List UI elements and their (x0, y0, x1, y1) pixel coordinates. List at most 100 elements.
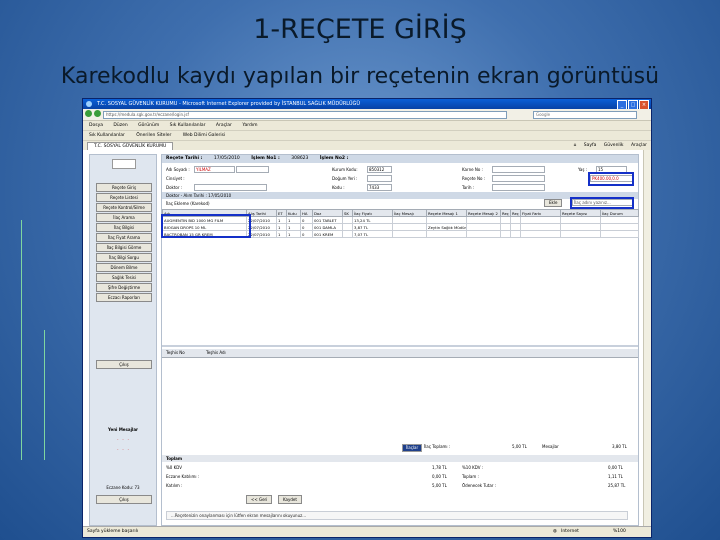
save-button[interactable]: Kaydet (278, 495, 302, 504)
globe-icon: ◍ (553, 529, 557, 534)
table-cell: Zeytin Sağlık Müdürü (426, 223, 467, 231)
home-icon[interactable]: ⌂ (573, 143, 576, 148)
table-cell (520, 230, 561, 238)
sidebar-saglik-tesisi[interactable]: Sağlık Tesisi (96, 273, 152, 282)
table-cell: 1 (286, 230, 301, 238)
table-cell (560, 230, 601, 238)
col-ilac-mesaji[interactable]: İlaç Mesajı (392, 209, 427, 217)
table-cell (520, 216, 561, 224)
summary-value: 5,00 TL (432, 483, 447, 488)
kurum-kodu-label: Kurum Kodu: (332, 167, 358, 172)
table-cell (500, 216, 511, 224)
address-input[interactable]: https://medula.sgk.gov.tr/eczane/login.j… (103, 111, 507, 119)
doktor-field[interactable] (194, 184, 267, 191)
message-dots: · · · (117, 447, 129, 452)
ekle-button[interactable]: Ekle (544, 199, 563, 207)
sidebar-ilac-bilgi-sorgu[interactable]: İlaç Bilgi Sorgu (96, 253, 152, 262)
islem-no: 308623 (291, 156, 309, 161)
summary-value: 1,11 TL (608, 474, 623, 479)
col-fiyat-farki[interactable]: Fiyat Farkı (520, 209, 561, 217)
menu-yardim[interactable]: Yardım (242, 123, 257, 128)
menu-dosya[interactable]: Dosya (89, 123, 103, 128)
summary-label: %0 KDV (166, 465, 182, 470)
ilac-ekleme-label: İlaç Ekleme (Karekod) (166, 201, 210, 206)
tab-ilaclar[interactable]: İlaçlar (402, 444, 423, 452)
col-kutu[interactable]: Kutu (286, 209, 301, 217)
col-recete-sayisi[interactable]: Reçete Sayısı (560, 209, 601, 217)
sidebar-ilac-bilgisi[interactable]: İlaç Bilgisi (96, 223, 152, 232)
recete-no-field[interactable] (492, 175, 545, 182)
col-sk[interactable]: SK (342, 209, 353, 217)
sidebar-donem-bilme[interactable]: Dönem Bilme (96, 263, 152, 272)
recete-no-label: Reçete No : (462, 176, 486, 181)
adsoyad-field[interactable]: YILMAZ (194, 166, 235, 173)
search-input[interactable]: Google (533, 111, 637, 119)
col-rec-b[interactable]: Reç (510, 209, 521, 217)
kurum-kodu-field[interactable]: 850312 (367, 166, 392, 173)
sidebar-ilac-bilgi-gorme[interactable]: İlaç Bilgisi Görme (96, 243, 152, 252)
menu-sik-kullanilanlar[interactable]: Sık Kullanılanlar (170, 123, 206, 128)
forward-arrow-icon[interactable] (94, 110, 101, 117)
recete-tarihi-label: Reçete Tarihi : (166, 156, 203, 161)
sidebar-recete-giris[interactable]: Reçete Giriş (96, 183, 152, 192)
col-ilac-durum[interactable]: İlaç Durum (600, 209, 639, 217)
tarih-field[interactable] (492, 184, 545, 191)
tool-araclar[interactable]: Araçlar (631, 143, 647, 148)
islem-no2-label: İşlem No2 : (319, 156, 349, 161)
table-cell: 0 (300, 216, 313, 224)
table-cell: 22/07/2010 (246, 216, 277, 224)
col-ilac-fiyati[interactable]: İlaç Fiyatı (352, 209, 393, 217)
vertical-scrollbar[interactable] (643, 150, 651, 527)
table-cell (500, 230, 511, 238)
sidebar-exit-button[interactable]: Çıkış (96, 495, 152, 504)
kodu-field[interactable]: 7433 (367, 184, 392, 191)
suggested-sites-link[interactable]: Önerilen Siteler (136, 133, 171, 138)
back-arrow-icon[interactable] (85, 110, 92, 117)
col-doz[interactable]: Doz (312, 209, 343, 217)
status-message: ...Reçetenizin onaylanması için lütfen e… (166, 511, 628, 520)
section-separator (162, 345, 638, 347)
menu-gorunum[interactable]: Görünüm (138, 123, 159, 128)
adsoyad-label: Adı Soyadı : (166, 167, 190, 172)
table-cell (600, 223, 639, 231)
table-cell (466, 223, 501, 231)
sidebar-ilac-arama[interactable]: İlaç Arama (96, 213, 152, 222)
status-bar: Sayfa yükleme başarılı ◍ Internet %100 (83, 526, 651, 537)
col-recete-mesaji-1[interactable]: Reçete Mesajı 1 (426, 209, 467, 217)
karne-no-field[interactable] (492, 166, 545, 173)
dogum-yeri-field[interactable] (367, 175, 392, 182)
sidebar-cikis-button[interactable]: Çıkış (96, 360, 152, 369)
col-recete-mesaji-2[interactable]: Reçete Mesajı 2 (466, 209, 501, 217)
highlight-box (570, 197, 634, 209)
slide-subtitle: Karekodlu kaydı yapılan bir reçetenin ek… (60, 64, 660, 89)
col-alis-tarihi[interactable]: Alış Tarihi (246, 209, 277, 217)
table-cell (520, 223, 561, 231)
table-cell (510, 230, 521, 238)
decorative-line (44, 330, 45, 460)
zoom-level[interactable]: %100 (613, 527, 626, 537)
summary-label: Ödenecek Tutar : (462, 483, 497, 488)
sidebar-recete-listesi[interactable]: Reçete Listesi (96, 193, 152, 202)
slide-title: 1-REÇETE GİRİŞ (253, 14, 467, 45)
recete-tarihi: 17/05/2010 (213, 156, 240, 161)
summary-value: 0,00 TL (432, 474, 447, 479)
favorites-button[interactable]: Sık Kullanılanlar (89, 133, 125, 138)
table-cell (560, 216, 601, 224)
sidebar-eczaci-raporlari[interactable]: Eczacı Raporları (96, 293, 152, 302)
tool-sayfa[interactable]: Sayfa (584, 143, 597, 148)
table-cell (600, 216, 639, 224)
web-slice-gallery-link[interactable]: Web Dilimi Galerisi (183, 133, 225, 138)
sidebar-ilac-fiyat[interactable]: İlaç Fiyat Arama (96, 233, 152, 242)
col-ha[interactable]: HA (300, 209, 313, 217)
sidebar-recete-kontrol[interactable]: Reçete Kontrol/Silme (96, 203, 152, 212)
sidebar-sifre-degistirme[interactable]: Şifre Değiştirme (96, 283, 152, 292)
col-rec-a[interactable]: Reç (500, 209, 511, 217)
soyad-field[interactable] (236, 166, 269, 173)
table-cell: 0 (300, 230, 313, 238)
menu-araclar[interactable]: Araçlar (216, 123, 232, 128)
tab-mesajlar[interactable]: Mesajlar (542, 443, 559, 451)
tool-guvenlik[interactable]: Güvenlik (604, 143, 624, 148)
col-et[interactable]: ET (276, 209, 287, 217)
menu-duzen[interactable]: Düzen (113, 123, 127, 128)
back-button[interactable]: << Geri (246, 495, 273, 504)
